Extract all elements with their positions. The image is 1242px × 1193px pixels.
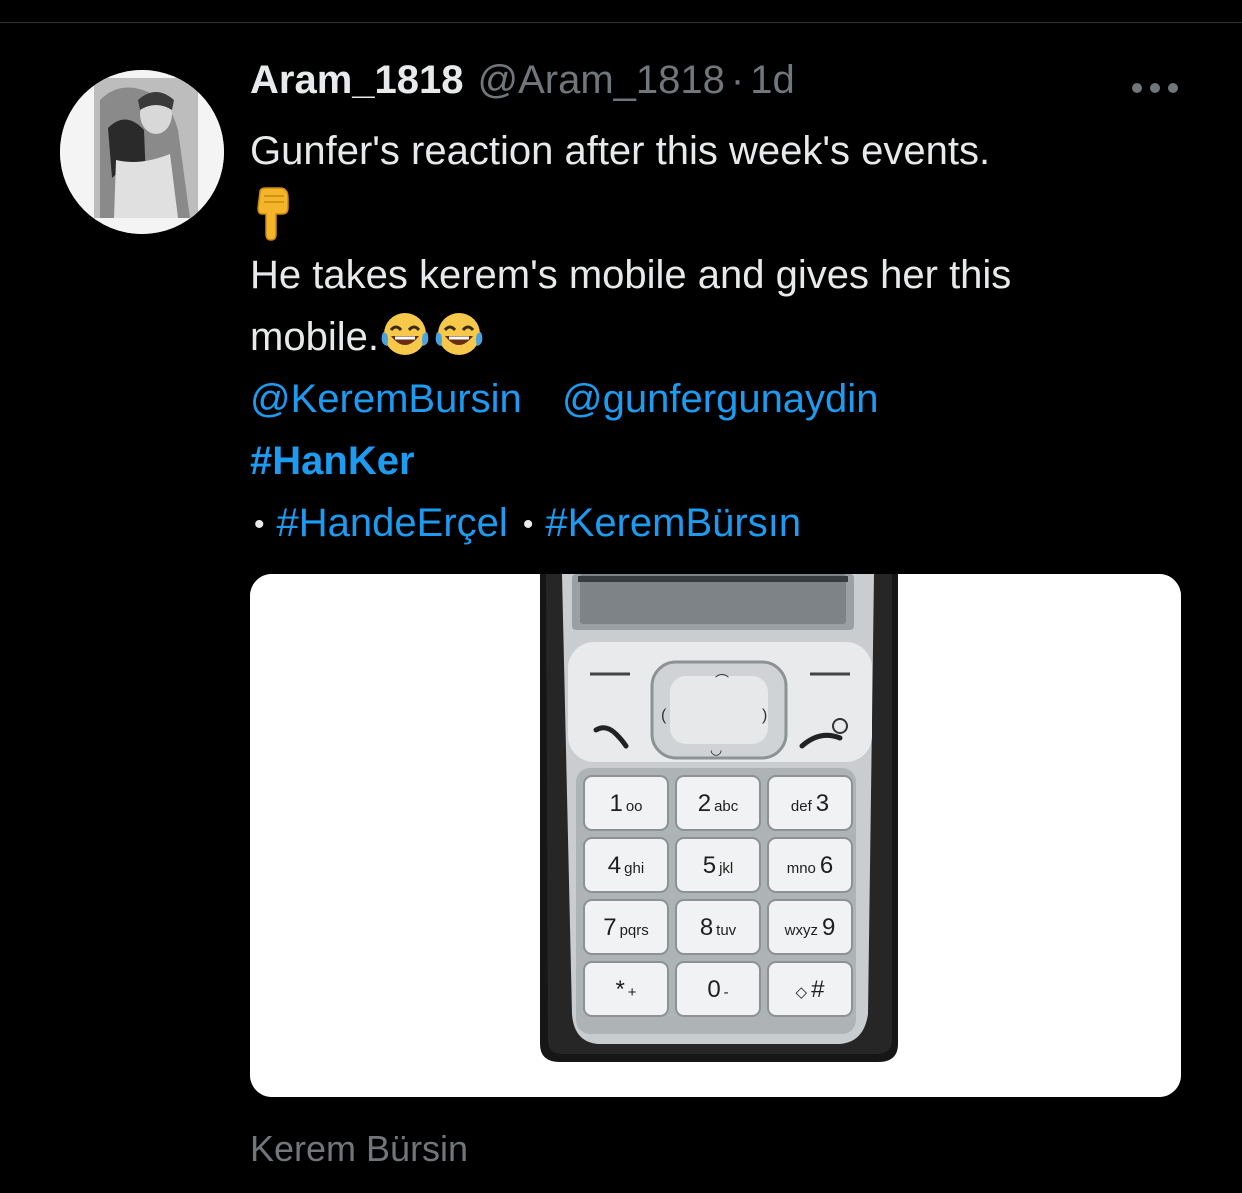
mentions-line: @KeremBursin @gunfergunaydin bbox=[250, 368, 878, 430]
top-divider bbox=[0, 0, 1242, 23]
tweet[interactable]: Aram_1818 @Aram_1818 · 1d Gunfer's react… bbox=[250, 58, 1190, 545]
phone-key-5 bbox=[675, 837, 761, 893]
hashtag-kerembursin[interactable]: #KeremBürsın bbox=[545, 501, 801, 545]
tweet-text-line-4: mobile. bbox=[250, 306, 487, 368]
avatar-photo bbox=[60, 70, 224, 234]
tweet-text-mobile: mobile. bbox=[250, 315, 379, 359]
hashtag-line-2: • #HandeErçel • #KeremBürsın bbox=[250, 492, 801, 556]
hashtag-handeercel[interactable]: #HandeErçel bbox=[277, 501, 508, 545]
phone-key-* bbox=[583, 961, 669, 1017]
media-caption: Kerem Bürsin bbox=[250, 1128, 469, 1169]
author-name[interactable]: Aram_1818 bbox=[250, 58, 464, 103]
nokia-phone-image: ⌒ ( ) ◡ 1 oo 2 abc def 34 ghi 5 jkl mno 67 pqrs 8 tuv… bbox=[250, 574, 1181, 1097]
more-horizontal-icon[interactable] bbox=[1130, 60, 1180, 105]
hashtag-line-1: #HanKer bbox=[250, 430, 415, 492]
mention-keremBursin[interactable]: @KeremBursin bbox=[250, 377, 522, 421]
tweet-media-image[interactable]: ⌒ ( ) ◡ 1 oo 2 abc def 3 4 ghi 5 jkl mno 6 7 pqrs 8 tuv… bbox=[250, 574, 1181, 1097]
face-with-tears-of-joy-icon bbox=[433, 313, 487, 359]
mention-gunfergunaydin[interactable]: @gunfergunaydin bbox=[562, 377, 878, 421]
bullet-separator: • bbox=[522, 508, 534, 542]
phone-key-# bbox=[767, 961, 853, 1017]
svg-text:(: ( bbox=[661, 707, 667, 724]
face-with-tears-of-joy-icon bbox=[379, 313, 433, 359]
tweet-text-line-1: Gunfer's reaction after this week's even… bbox=[250, 129, 991, 173]
hashtag-hanker[interactable]: #HanKer bbox=[250, 439, 415, 483]
svg-text:◡: ◡ bbox=[710, 741, 722, 757]
tweet-timestamp[interactable]: 1d bbox=[750, 58, 795, 103]
svg-text:⌒: ⌒ bbox=[715, 673, 729, 689]
author-avatar[interactable] bbox=[60, 70, 224, 234]
header-separator: · bbox=[730, 58, 745, 102]
bullet-separator: • bbox=[254, 508, 265, 542]
tweet-text-line-3: He takes kerem's mobile and gives her th… bbox=[250, 253, 1012, 297]
tweet-header: Aram_1818 @Aram_1818 · 1d bbox=[250, 58, 1190, 114]
author-handle[interactable]: @Aram_1818 bbox=[478, 58, 725, 103]
pointing-down-hand-emoji bbox=[250, 182, 294, 244]
svg-text:): ) bbox=[762, 707, 767, 724]
